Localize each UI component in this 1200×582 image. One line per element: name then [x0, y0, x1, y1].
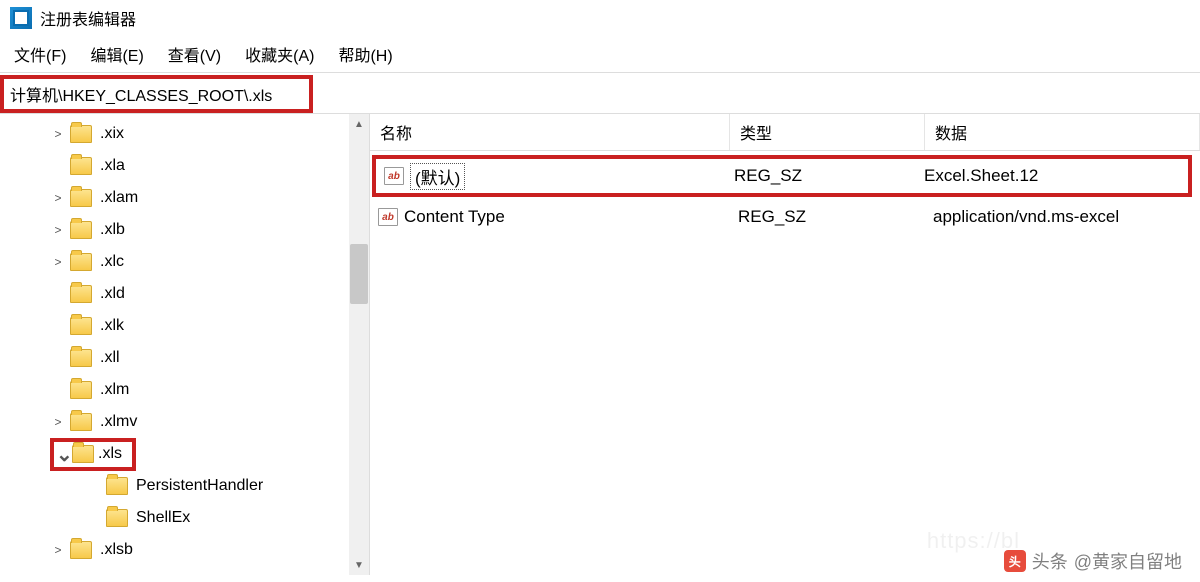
tree-item[interactable]: > .xlam	[0, 182, 369, 214]
chevron-right-icon[interactable]: >	[50, 255, 66, 269]
tree-label: PersistentHandler	[136, 477, 263, 495]
tree-item[interactable]: > .xix	[0, 118, 369, 150]
scroll-down-icon[interactable]: ▼	[350, 556, 368, 574]
tree-item[interactable]: .xlm	[0, 374, 369, 406]
tree-item[interactable]: ShellEx	[0, 502, 369, 534]
cell-name: Content Type	[370, 205, 730, 229]
address-bar[interactable]: 计算机\HKEY_CLASSES_ROOT\.xls	[0, 75, 313, 113]
folder-icon	[70, 125, 92, 143]
tree-label: .xld	[100, 285, 125, 303]
tree-label: .xla	[100, 157, 125, 175]
tree-item[interactable]: .xlk	[0, 310, 369, 342]
tree-item[interactable]: .xld	[0, 278, 369, 310]
tree-scrollbar[interactable]: ▲ ▼	[349, 114, 369, 575]
list-row[interactable]: (默认) REG_SZExcel.Sheet.12	[372, 155, 1192, 197]
tree-label: .xlam	[100, 189, 138, 207]
list-row[interactable]: Content Type REG_SZapplication/vnd.ms-exc…	[370, 199, 1200, 235]
tree-item[interactable]: ⌄ .xls	[0, 438, 369, 470]
tree-label: .xlmv	[100, 413, 137, 431]
folder-icon	[70, 285, 92, 303]
reg-string-icon	[378, 208, 398, 226]
folder-icon	[72, 445, 94, 463]
folder-icon	[106, 477, 128, 495]
folder-icon	[70, 157, 92, 175]
tree-item[interactable]: > .xlb	[0, 214, 369, 246]
tree-item[interactable]: > .xlmv	[0, 406, 369, 438]
app-icon	[10, 7, 32, 29]
value-name: Content Type	[404, 207, 505, 227]
reg-string-icon	[384, 167, 404, 185]
tree-label: .xlsb	[100, 541, 133, 559]
tree-label: .xlb	[100, 221, 125, 239]
tree-label: .xlk	[100, 317, 124, 335]
tree-panel: > .xix .xla > .xlam > .xlb > .xlc .xld .xlk .xll .xl…	[0, 114, 370, 575]
menu-help[interactable]: 帮助(H)	[338, 42, 392, 66]
cell-name: (默认)	[376, 161, 726, 192]
list-header: 名称 类型 数据	[370, 114, 1200, 151]
menu-view[interactable]: 查看(V)	[168, 42, 221, 66]
folder-icon	[106, 509, 128, 527]
header-name[interactable]: 名称	[370, 114, 730, 150]
chevron-right-icon[interactable]: >	[50, 415, 66, 429]
menu-file[interactable]: 文件(F)	[14, 42, 66, 66]
menubar: 文件(F) 编辑(E) 查看(V) 收藏夹(A) 帮助(H)	[0, 36, 1200, 73]
chevron-right-icon[interactable]: >	[50, 543, 66, 557]
tree-item[interactable]: > .xlc	[0, 246, 369, 278]
folder-icon	[70, 349, 92, 367]
tree-label: .xlm	[100, 381, 129, 399]
header-data[interactable]: 数据	[925, 114, 1200, 150]
folder-icon	[70, 221, 92, 239]
cell-type: REG_SZ	[730, 205, 925, 229]
cell-data: Excel.Sheet.12	[916, 164, 1188, 188]
chevron-down-icon[interactable]: ⌄	[56, 442, 72, 467]
tree-item[interactable]: .xla	[0, 150, 369, 182]
tree-item[interactable]: > .xlsb	[0, 534, 369, 566]
tree-label: ShellEx	[136, 509, 190, 527]
watermark: 头 头条 @黄家自留地	[1004, 548, 1182, 574]
menu-edit[interactable]: 编辑(E)	[90, 42, 143, 66]
tree-label: .xlc	[100, 253, 124, 271]
cell-type: REG_SZ	[726, 164, 916, 188]
chevron-right-icon[interactable]: >	[50, 223, 66, 237]
watermark-label: 头条	[1032, 548, 1068, 574]
scrollbar-thumb[interactable]	[350, 244, 368, 304]
list-panel: 名称 类型 数据 (默认)REG_SZExcel.Sheet.12Content…	[370, 114, 1200, 575]
tree-label: .xix	[100, 125, 124, 143]
folder-icon	[70, 541, 92, 559]
tree-label: .xls	[98, 445, 122, 463]
menu-favorites[interactable]: 收藏夹(A)	[245, 42, 314, 66]
watermark-icon: 头	[1004, 550, 1026, 572]
folder-icon	[70, 413, 92, 431]
chevron-right-icon[interactable]: >	[50, 191, 66, 205]
tree-label: .xll	[100, 349, 120, 367]
folder-icon	[70, 381, 92, 399]
value-name: (默认)	[410, 163, 465, 190]
watermark-handle: @黄家自留地	[1074, 548, 1182, 574]
folder-icon	[70, 189, 92, 207]
folder-icon	[70, 253, 92, 271]
tree-item[interactable]: PersistentHandler	[0, 470, 369, 502]
header-type[interactable]: 类型	[730, 114, 925, 150]
cell-data: application/vnd.ms-excel	[925, 205, 1200, 229]
chevron-right-icon[interactable]: >	[50, 127, 66, 141]
scroll-up-icon[interactable]: ▲	[350, 115, 368, 133]
folder-icon	[70, 317, 92, 335]
window-title: 注册表编辑器	[40, 6, 136, 30]
tree-item[interactable]: .xll	[0, 342, 369, 374]
